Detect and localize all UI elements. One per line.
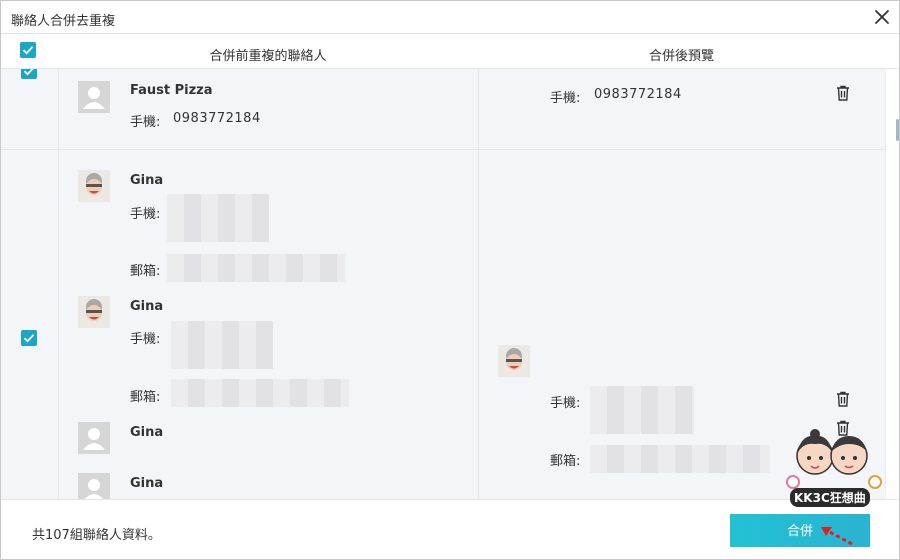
column-title-before-merge: 合併前重複的聯絡人 [209,49,327,64]
column-divider [478,69,479,149]
merged-phone-label: 手機: [550,396,581,411]
blurred-merged-email-value [590,445,770,473]
phone-value: 0983772184 [173,111,261,126]
column-divider [58,69,59,149]
merge-duplicates-dialog: 聯絡人合併去重複 合併前重複的聯絡人 合併後預覽 Faust Pizza 手機:… [0,0,900,560]
phone-label: 手機: [130,207,161,222]
duplicate-group-list[interactable]: Faust Pizza 手機: 0983772184 手機: 098377218… [1,69,885,499]
scrollbar-thumb[interactable] [896,119,899,141]
contact-name: Gina [130,173,164,188]
gina-photo-avatar [78,296,110,328]
column-divider [478,150,479,499]
dialog-footer: 共107組聯絡人資料。 合併 [1,499,899,559]
gina-photo-avatar [78,170,110,202]
close-icon[interactable] [871,6,893,28]
blurred-merged-phone-values [590,386,694,434]
merged-email-label: 郵箱: [550,454,581,469]
red-arrow-annotation [818,522,858,554]
merged-gina-photo-avatar [498,345,530,377]
duplicate-group: Gina 手機: 郵箱: Gina 手機: 郵箱: Gina Gina 手機: … [1,150,885,499]
phone-label: 手機: [130,115,161,130]
blurred-phone-values [171,321,273,369]
select-all-checkbox[interactable] [20,42,36,58]
group-checkbox[interactable] [21,69,37,79]
group-count-summary: 共107組聯絡人資料。 [32,528,161,543]
merged-phone-value: 0983772184 [594,87,682,102]
placeholder-avatar-icon [78,422,110,454]
duplicate-group: Faust Pizza 手機: 0983772184 手機: 098377218… [1,69,885,150]
email-label: 郵箱: [130,264,161,279]
watermark-text: KK3C狂想曲 [790,488,870,507]
merged-phone-label: 手機: [550,91,581,106]
email-label: 郵箱: [130,390,161,405]
contact-name: Faust Pizza [130,83,213,98]
group-checkbox[interactable] [21,330,37,346]
contact-name: Gina [130,299,164,314]
vertical-scrollbar[interactable] [885,69,899,499]
column-divider [58,150,59,499]
delete-phone-trash-icon[interactable] [836,391,850,407]
title-bar: 聯絡人合併去重複 [1,1,899,34]
blurred-email-value [171,379,349,407]
placeholder-avatar-icon [78,473,110,499]
contact-name: Gina [130,425,164,440]
column-title-after-merge: 合併後預覽 [648,49,714,64]
blurred-phone-values [167,194,269,242]
phone-label: 手機: [130,332,161,347]
placeholder-avatar-icon [78,81,110,113]
delete-phone-trash-icon[interactable] [836,85,850,101]
contact-name: Gina [130,476,164,491]
column-header: 合併前重複的聯絡人 合併後預覽 [1,35,899,69]
dialog-title: 聯絡人合併去重複 [11,14,116,29]
blurred-email-value [167,254,345,282]
